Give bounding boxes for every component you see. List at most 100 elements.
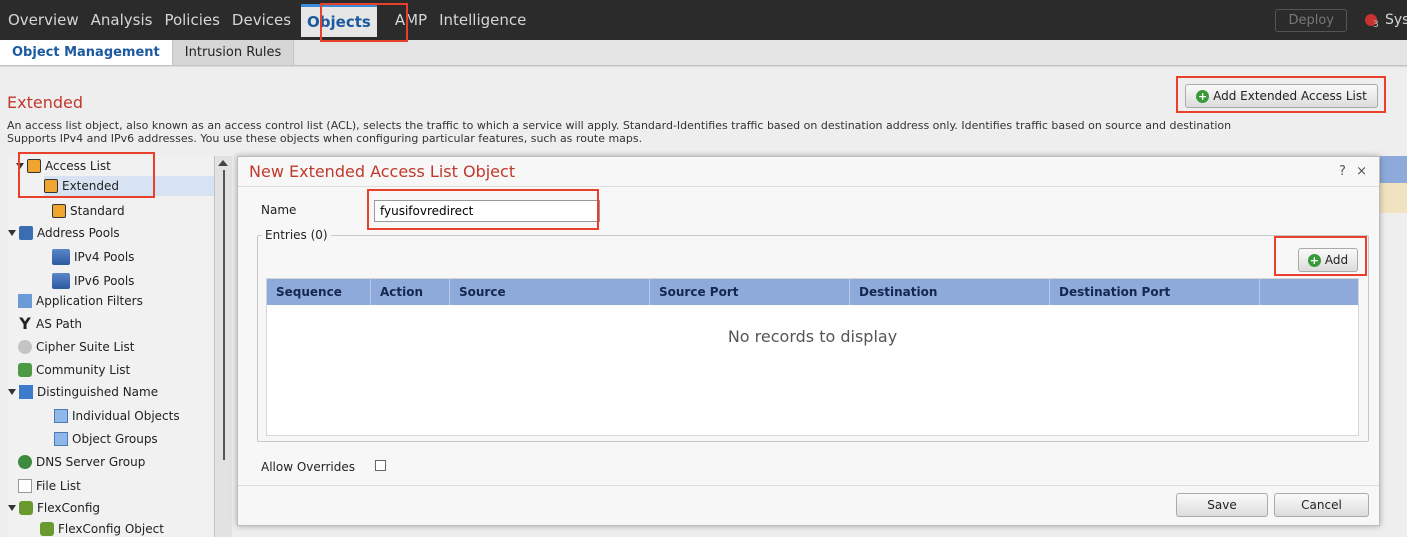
tree-item-ipv6-pools[interactable]: IPv6 Pools: [52, 271, 134, 291]
flexconfig-icon: [40, 522, 54, 536]
tree-item-address-pools[interactable]: Address Pools: [8, 223, 120, 243]
alert-icon[interactable]: 3: [1365, 14, 1379, 30]
tree-scrollbar[interactable]: [214, 156, 232, 537]
save-button[interactable]: Save: [1176, 493, 1268, 517]
page-description: An access list object, also known as an …: [7, 119, 1407, 145]
entries-grid: Sequence Action Source Source Port Desti…: [266, 278, 1359, 436]
nav-right: Deploy 3 System: [1275, 0, 1407, 40]
tree-item-community-list[interactable]: Community List: [18, 360, 130, 380]
add-extended-label: Add Extended Access List: [1213, 89, 1367, 103]
background-grid-row: [1380, 183, 1407, 213]
tree-label: IPv6 Pools: [74, 274, 135, 288]
expand-caret-icon[interactable]: [8, 389, 16, 395]
tree-label: Community List: [36, 363, 131, 377]
add-label: Add: [1324, 253, 1349, 267]
allow-overrides-label: Allow Overrides: [261, 460, 356, 474]
alert-count: 3: [1373, 20, 1379, 30]
description-line-1: An access list object, also known as an …: [7, 119, 1232, 132]
background-grid-header: [1380, 156, 1407, 183]
flexconfig-icon: [19, 501, 33, 515]
tree-label: Object Groups: [72, 432, 158, 446]
column-header-destination[interactable]: Destination: [850, 279, 1050, 305]
tree-item-flexconfig[interactable]: FlexConfig: [8, 498, 100, 518]
sub-nav: Object Management Intrusion Rules: [0, 40, 1407, 66]
traffic-light-icon: [27, 159, 41, 173]
expand-caret-icon[interactable]: [8, 230, 16, 236]
entries-fieldset: Entries (0) + Add Sequence Action Source…: [257, 228, 1369, 442]
object-icon: [54, 409, 68, 423]
divider: [238, 186, 1379, 187]
tree-label: Cipher Suite List: [36, 340, 135, 354]
nav-objects[interactable]: Objects: [301, 3, 377, 37]
tree-item-distinguished-name[interactable]: Distinguished Name: [8, 382, 158, 402]
column-header-source[interactable]: Source: [450, 279, 650, 305]
help-icon[interactable]: ?: [1339, 164, 1346, 179]
tree-label: Distinguished Name: [37, 385, 159, 399]
tree-item-object-groups[interactable]: Object Groups: [54, 429, 158, 449]
object-tree: Access List Extended Standard Address Po…: [8, 156, 232, 537]
monitor-icon: [19, 226, 33, 240]
tree-item-extended[interactable]: Extended: [44, 176, 214, 196]
tree-item-application-filters[interactable]: Application Filters: [18, 291, 143, 311]
as-path-icon: Y: [19, 314, 31, 333]
tree-label: Application Filters: [36, 294, 143, 308]
application-filter-icon: [18, 294, 32, 308]
tree-label: AS Path: [36, 317, 83, 331]
column-header-action[interactable]: Action: [371, 279, 450, 305]
add-entry-button[interactable]: + Add: [1298, 248, 1358, 272]
community-icon: [18, 363, 32, 377]
tab-object-management[interactable]: Object Management: [0, 40, 173, 65]
tree-label: FlexConfig Object: [58, 522, 164, 536]
gear-icon: [18, 340, 32, 354]
expand-caret-icon[interactable]: [8, 505, 16, 511]
divider: [238, 485, 1379, 486]
column-header-sequence[interactable]: Sequence: [267, 279, 371, 305]
tree-label: Individual Objects: [72, 409, 180, 423]
nav-analysis[interactable]: Analysis: [91, 11, 153, 29]
traffic-light-icon: [44, 179, 58, 193]
tree-item-individual-objects[interactable]: Individual Objects: [54, 406, 180, 426]
plus-icon: +: [1196, 89, 1210, 103]
object-group-icon: [54, 432, 68, 446]
empty-message: No records to display: [727, 327, 898, 346]
tree-item-dns-server-group[interactable]: DNS Server Group: [18, 452, 145, 472]
nav-intelligence[interactable]: Intelligence: [439, 11, 526, 29]
nav-amp[interactable]: AMP: [395, 11, 427, 29]
nav-policies[interactable]: Policies: [164, 11, 219, 29]
tree-item-as-path[interactable]: Y AS Path: [18, 314, 82, 334]
file-icon: [18, 479, 32, 493]
close-icon[interactable]: ×: [1356, 164, 1367, 179]
cancel-button[interactable]: Cancel: [1274, 493, 1369, 517]
grid-header: Sequence Action Source Source Port Desti…: [267, 279, 1358, 305]
column-header-source-port[interactable]: Source Port: [650, 279, 850, 305]
tab-intrusion-rules[interactable]: Intrusion Rules: [172, 40, 295, 65]
scrollbar-thumb[interactable]: [223, 170, 225, 460]
column-header-destination-port[interactable]: Destination Port: [1050, 279, 1260, 305]
tree-label: Extended: [62, 179, 119, 193]
tree-item-file-list[interactable]: File List: [18, 476, 81, 496]
tree-item-access-list[interactable]: Access List: [16, 156, 111, 176]
dialog-controls: ? ×: [1339, 164, 1367, 179]
name-input[interactable]: [374, 200, 600, 222]
tree-label: FlexConfig: [37, 501, 101, 515]
ipv4-pool-icon: [52, 249, 70, 265]
description-line-2: Supports IPv4 and IPv6 addresses. You us…: [7, 132, 643, 145]
allow-overrides-checkbox[interactable]: [375, 460, 386, 471]
tree-item-ipv4-pools[interactable]: IPv4 Pools: [52, 247, 134, 267]
expand-caret-icon[interactable]: [16, 163, 24, 169]
tree-item-cipher-suite-list[interactable]: Cipher Suite List: [18, 337, 135, 357]
tree-label: Address Pools: [37, 226, 120, 240]
tree-item-flexconfig-object[interactable]: FlexConfig Object: [40, 519, 164, 537]
tree-item-standard[interactable]: Standard: [52, 201, 125, 221]
deploy-button[interactable]: Deploy: [1275, 8, 1347, 32]
nav-overview[interactable]: Overview: [8, 11, 79, 29]
dns-icon: [18, 455, 32, 469]
certificate-icon: [19, 385, 33, 399]
scroll-up-icon[interactable]: [218, 160, 228, 166]
add-extended-access-list-button[interactable]: + Add Extended Access List: [1185, 84, 1378, 108]
tree-label: Standard: [70, 204, 125, 218]
system-menu[interactable]: System: [1385, 12, 1407, 28]
dialog-title: New Extended Access List Object: [249, 162, 516, 181]
nav-devices[interactable]: Devices: [232, 11, 291, 29]
tree-label: DNS Server Group: [36, 455, 146, 469]
